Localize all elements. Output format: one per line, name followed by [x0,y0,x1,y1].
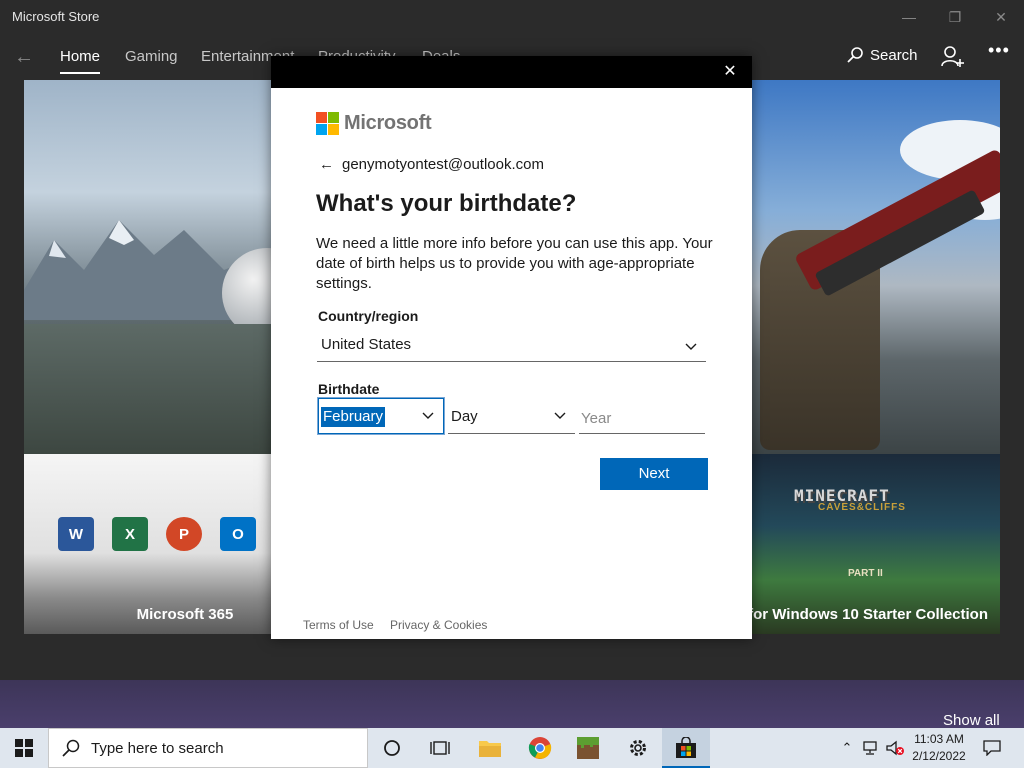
account-identity: ← genymotyontest@outlook.com [319,156,544,173]
halo-spartan-hero-image[interactable] [750,80,1000,454]
word-icon: W [58,517,94,551]
store-bag-icon [676,737,696,758]
dialog-title: What's your birthdate? [316,190,577,217]
minecraft-subtitle: CAVES&CLIFFS [818,502,906,513]
outlook-icon: O [220,517,256,551]
restore-icon: ❐ [948,8,962,25]
halo-hero-image[interactable] [24,80,274,454]
task-view-button[interactable] [416,728,464,768]
gear-icon [630,740,646,756]
country-value: United States [321,336,412,353]
add-account-icon [941,46,964,67]
microsoft-wordmark: Microsoft [344,112,432,134]
microsoft-365-card[interactable]: W X P O Microsoft 365 [24,454,274,634]
day-value: Day [451,408,478,425]
folder-icon [479,741,501,757]
terms-of-use-link[interactable]: Terms of Use [303,618,374,632]
settings-button[interactable] [614,728,662,768]
account-email: genymotyontest@outlook.com [342,156,544,173]
minecraft-card[interactable]: MINECRAFT CAVES&CLIFFS PART II t for Win… [750,454,1000,634]
minimize-icon: — [902,9,916,25]
windows-logo-icon [15,739,33,757]
chrome-icon [528,737,552,759]
year-input[interactable] [579,400,705,434]
dialog-close-button[interactable]: ✕ [720,62,740,82]
promo-band [0,680,1024,728]
microsoft-logo-icon [316,112,339,135]
more-options-button[interactable]: ••• [988,40,1010,61]
start-button[interactable] [0,728,48,768]
dialog-title-bar: ✕ [271,56,752,88]
country-label: Country/region [318,308,419,324]
show-all-link[interactable]: Show all [943,712,1000,729]
month-select[interactable]: February [317,397,445,435]
search-label: Search [870,46,918,64]
excel-icon: X [112,517,148,551]
minecraft-taskbar-button[interactable] [564,728,612,768]
show-hidden-icons-button[interactable]: ⌃ [836,728,858,768]
file-explorer-button[interactable] [466,728,514,768]
identity-back-icon[interactable]: ← [319,156,334,173]
grass-block-icon [577,737,599,759]
notification-icon [983,740,1001,756]
dialog-description: We need a little more info before you ca… [316,235,713,292]
clock-time: 11:03 AM [914,732,964,746]
minecraft-card-title: t for Windows 10 Starter Collection [750,606,988,623]
title-bar: Microsoft Store — ❐ ✕ [0,0,1024,34]
volume-button[interactable] [884,728,906,768]
chevron-down-icon [685,343,697,350]
back-button[interactable]: ← [10,44,38,70]
privacy-cookies-link[interactable]: Privacy & Cookies [390,618,487,632]
taskbar-search-placeholder: Type here to search [91,739,224,757]
birthdate-label: Birthdate [318,381,380,397]
chrome-button[interactable] [516,728,564,768]
month-value: February [321,407,386,427]
country-select[interactable]: United States [317,332,706,362]
minecraft-part: PART II [848,568,883,579]
birthdate-dialog: ✕ Microsoft ← genymotyontest@outlook.com… [271,56,752,639]
account-button[interactable] [940,44,966,70]
next-button[interactable]: Next [600,458,708,490]
cortana-button[interactable] [368,728,416,768]
back-arrow-icon: ← [14,46,34,68]
task-view-icon [430,741,450,755]
chevron-down-icon [554,412,566,419]
clock[interactable]: 11:03 AM 2/12/2022 [904,731,974,765]
app-title: Microsoft Store [12,9,100,24]
tab-home[interactable]: Home [60,48,101,74]
taskbar-search-box[interactable]: Type here to search [48,728,368,768]
action-center-button[interactable] [978,728,1006,768]
minimize-button[interactable]: — [886,0,932,34]
powerpoint-icon: P [166,517,202,551]
close-window-button[interactable]: ✕ [978,0,1024,34]
chevron-up-icon: ⌃ [841,740,853,755]
microsoft-logo: Microsoft [316,112,432,135]
restore-button[interactable]: ❐ [932,0,978,34]
taskbar: Type here to search ⌃ 11:03 AM 2/12/2022 [0,728,1024,768]
cortana-icon [384,740,400,756]
search-icon [62,739,80,757]
microsoft-store-taskbar-button[interactable] [662,728,710,768]
tab-gaming[interactable]: Gaming [125,48,178,65]
network-icon [863,741,877,755]
close-icon: ✕ [723,63,737,80]
day-select[interactable]: Day [448,400,575,434]
chevron-down-icon [422,412,434,419]
clock-date: 2/12/2022 [912,749,966,763]
network-button[interactable] [860,728,882,768]
ground-graphic [24,324,274,454]
close-icon: ✕ [995,8,1007,25]
search-icon [847,47,863,63]
volume-muted-icon [886,740,904,756]
search-button[interactable]: Search [846,46,918,64]
